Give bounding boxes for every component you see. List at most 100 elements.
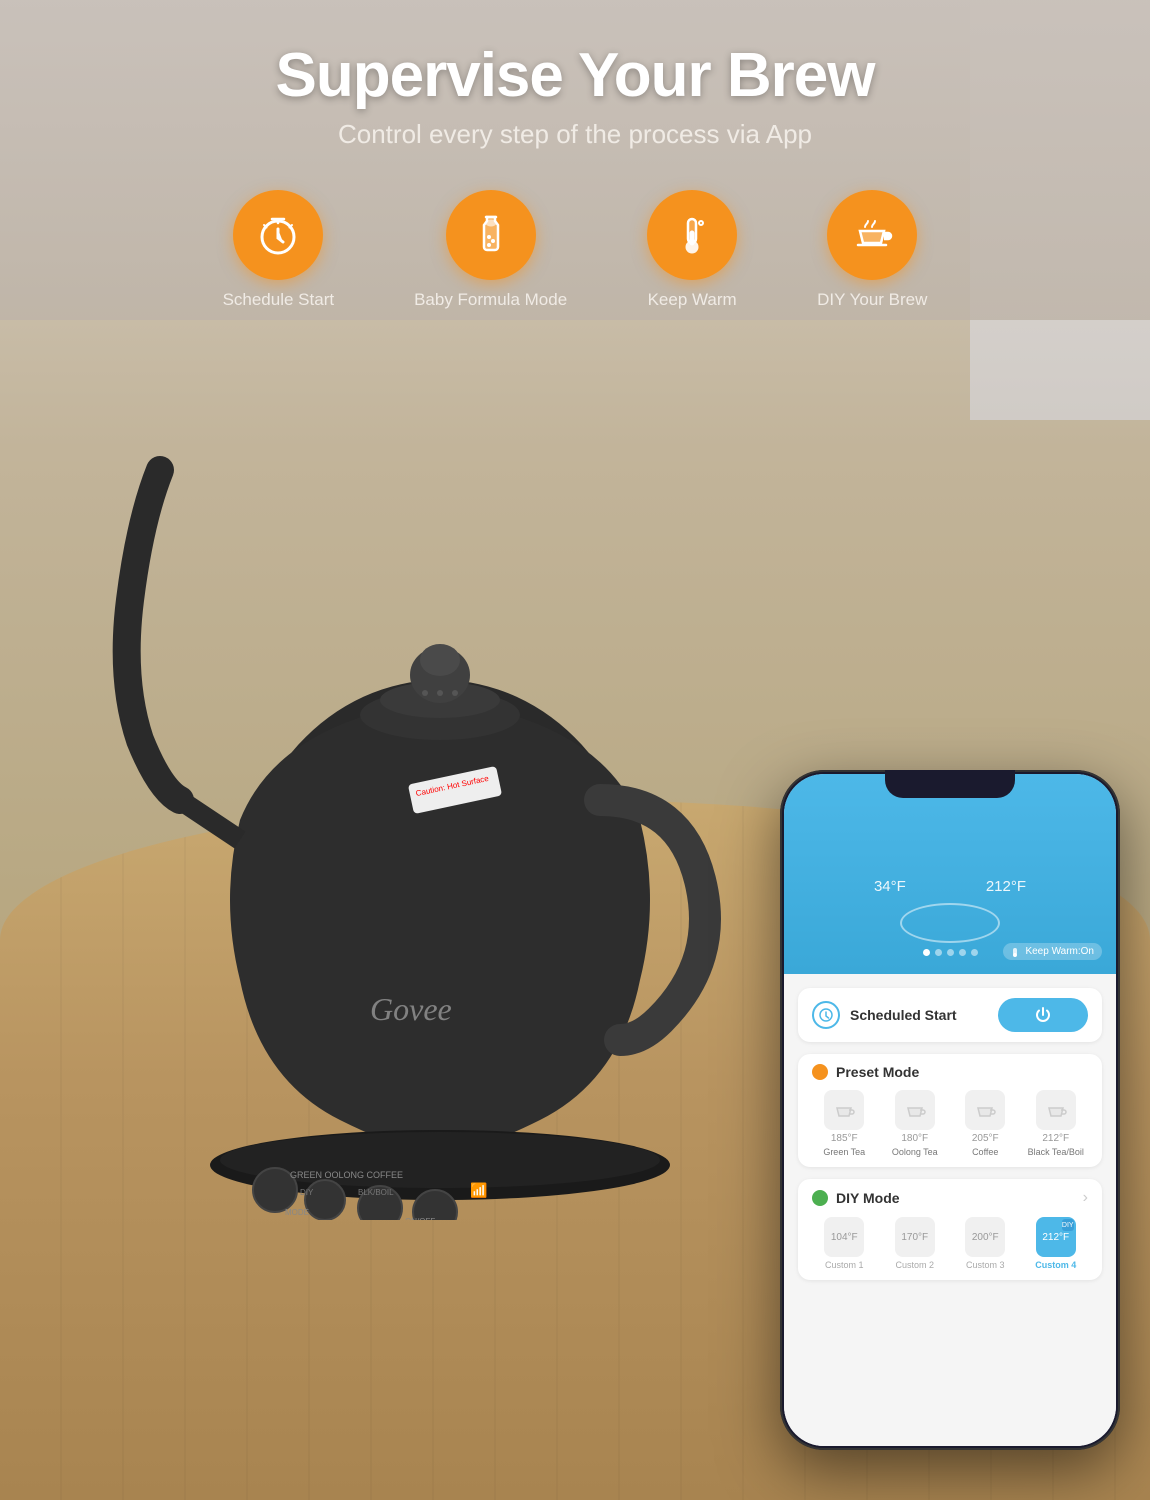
schedule-left: Scheduled Start — [812, 1001, 957, 1029]
preset-grid: 185°F Green Tea 180°F Oolong Tea — [812, 1090, 1088, 1157]
diy-brew-label: DIY Your Brew — [817, 290, 927, 310]
custom1-name: Custom 1 — [825, 1260, 864, 1270]
diy-item-custom1[interactable]: 104°F Custom 1 — [812, 1217, 877, 1270]
bottle-icon — [467, 211, 515, 259]
diy-header: DIY Mode › — [812, 1189, 1088, 1207]
baby-formula-label: Baby Formula Mode — [414, 290, 567, 310]
dot-5 — [971, 949, 978, 956]
diy-dot — [812, 1190, 828, 1206]
circle-indicator — [900, 903, 1000, 943]
black-tea-temp: 212°F — [1042, 1133, 1069, 1144]
custom4-icon: DIY 212°F — [1036, 1217, 1076, 1257]
preset-header: Preset Mode — [812, 1064, 1088, 1080]
preset-item-coffee[interactable]: 205°F Coffee — [953, 1090, 1018, 1157]
custom4-name: Custom 4 — [1035, 1260, 1076, 1270]
coffee-name: Coffee — [972, 1147, 998, 1157]
custom1-temp: 104°F — [831, 1232, 858, 1243]
oolong-icon — [895, 1090, 935, 1130]
small-clock-icon — [818, 1007, 834, 1023]
coffee-cup-icon — [973, 1098, 997, 1122]
svg-text:BLK/BOIL: BLK/BOIL — [358, 1188, 394, 1197]
custom2-temp: 170°F — [901, 1232, 928, 1243]
preset-section: Preset Mode 185°F Green Tea — [798, 1054, 1102, 1167]
main-title: Supervise Your Brew — [276, 40, 875, 111]
schedule-start-label: Schedule Start — [223, 290, 335, 310]
diy-section: DIY Mode › 104°F Custom 1 170°F — [798, 1179, 1102, 1280]
diy-grid: 104°F Custom 1 170°F Custom 2 200°F — [812, 1217, 1088, 1270]
feature-diy-brew: DIY Your Brew — [817, 190, 927, 310]
header-section: Supervise Your Brew Control every step o… — [0, 0, 1150, 320]
svg-text:📶: 📶 — [470, 1182, 487, 1199]
diy-item-custom2[interactable]: 170°F Custom 2 — [883, 1217, 948, 1270]
svg-text:GREEN OOLONG COFFEE: GREEN OOLONG COFFEE — [290, 1170, 403, 1180]
keep-warm-text: Keep Warm:On — [1025, 946, 1094, 957]
feature-keep-warm: Keep Warm — [647, 190, 737, 310]
sub-title: Control every step of the process via Ap… — [338, 119, 812, 150]
target-temp: 212°F — [986, 878, 1026, 895]
black-tea-name: Black Tea/Boil — [1028, 1147, 1084, 1157]
phone-mockup: 34°F 212°F Keep Warm:On — [780, 770, 1120, 1450]
preset-item-green-tea[interactable]: 185°F Green Tea — [812, 1090, 877, 1157]
custom4-badge: DIY — [1062, 1219, 1074, 1231]
diy-chevron-icon[interactable]: › — [1083, 1189, 1088, 1207]
phone-notch — [885, 770, 1015, 798]
keep-warm-circle — [647, 190, 737, 280]
phone-temp-row: 34°F 212°F — [874, 878, 1026, 895]
preset-title: Preset Mode — [836, 1064, 919, 1080]
preset-item-black-tea[interactable]: 212°F Black Tea/Boil — [1024, 1090, 1089, 1157]
oolong-name: Oolong Tea — [892, 1147, 938, 1157]
green-tea-name: Green Tea — [823, 1147, 865, 1157]
kettle-svg: Caution: Hot Surface GREEN OOLONG COFFEE… — [80, 320, 780, 1220]
diy-item-custom3[interactable]: 200°F Custom 3 — [953, 1217, 1018, 1270]
svg-text:Govee: Govee — [370, 991, 452, 1027]
dot-1 — [923, 949, 930, 956]
phone-top-area: 34°F 212°F Keep Warm:On — [784, 774, 1116, 974]
preset-dot — [812, 1064, 828, 1080]
svg-text:ON/OFF: ON/OFF — [405, 1217, 435, 1220]
diy-title: DIY Mode — [836, 1190, 900, 1206]
indicator-dots — [923, 949, 978, 956]
green-tea-icon — [824, 1090, 864, 1130]
diy-item-custom4[interactable]: DIY 212°F Custom 4 — [1024, 1217, 1089, 1270]
coffee-icon — [965, 1090, 1005, 1130]
scheduled-start-label: Scheduled Start — [850, 1007, 957, 1023]
feature-baby-formula: Baby Formula Mode — [414, 190, 567, 310]
baby-formula-circle — [446, 190, 536, 280]
custom3-temp: 200°F — [972, 1232, 999, 1243]
cup-icon — [848, 211, 896, 259]
features-row: Schedule Start Baby Formula Mode — [223, 190, 928, 310]
dot-3 — [947, 949, 954, 956]
custom1-icon: 104°F — [824, 1217, 864, 1257]
kettle-container: Caution: Hot Surface GREEN OOLONG COFFEE… — [80, 320, 780, 1220]
clock-icon — [254, 211, 302, 259]
custom2-name: Custom 2 — [895, 1260, 934, 1270]
tea-cup-icon-2 — [903, 1098, 927, 1122]
current-temp: 34°F — [874, 878, 906, 895]
tea-cup-icon-1 — [832, 1098, 856, 1122]
green-tea-temp: 185°F — [831, 1133, 858, 1144]
feature-schedule-start: Schedule Start — [223, 190, 335, 310]
custom4-temp: 212°F — [1042, 1232, 1069, 1243]
black-tea-icon — [1036, 1090, 1076, 1130]
custom2-icon: 170°F — [895, 1217, 935, 1257]
preset-item-oolong[interactable]: 180°F Oolong Tea — [883, 1090, 948, 1157]
coffee-temp: 205°F — [972, 1133, 999, 1144]
schedule-start-circle — [233, 190, 323, 280]
custom3-name: Custom 3 — [966, 1260, 1005, 1270]
schedule-row[interactable]: Scheduled Start — [798, 988, 1102, 1042]
power-button[interactable] — [998, 998, 1088, 1032]
phone-screen: 34°F 212°F Keep Warm:On — [784, 774, 1116, 1446]
dot-2 — [935, 949, 942, 956]
thermometer-icon — [668, 211, 716, 259]
diy-brew-circle — [827, 190, 917, 280]
power-icon — [1033, 1005, 1053, 1025]
custom3-icon: 200°F — [965, 1217, 1005, 1257]
oolong-temp: 180°F — [901, 1133, 928, 1144]
dot-4 — [959, 949, 966, 956]
svg-text:MODE: MODE — [285, 1208, 309, 1217]
phone-content: Scheduled Start Preset Mode — [784, 974, 1116, 1446]
keep-warm-icon — [1011, 947, 1021, 957]
keep-warm-badge: Keep Warm:On — [1003, 943, 1102, 960]
tea-cup-icon-4 — [1044, 1098, 1068, 1122]
schedule-clock-icon — [812, 1001, 840, 1029]
